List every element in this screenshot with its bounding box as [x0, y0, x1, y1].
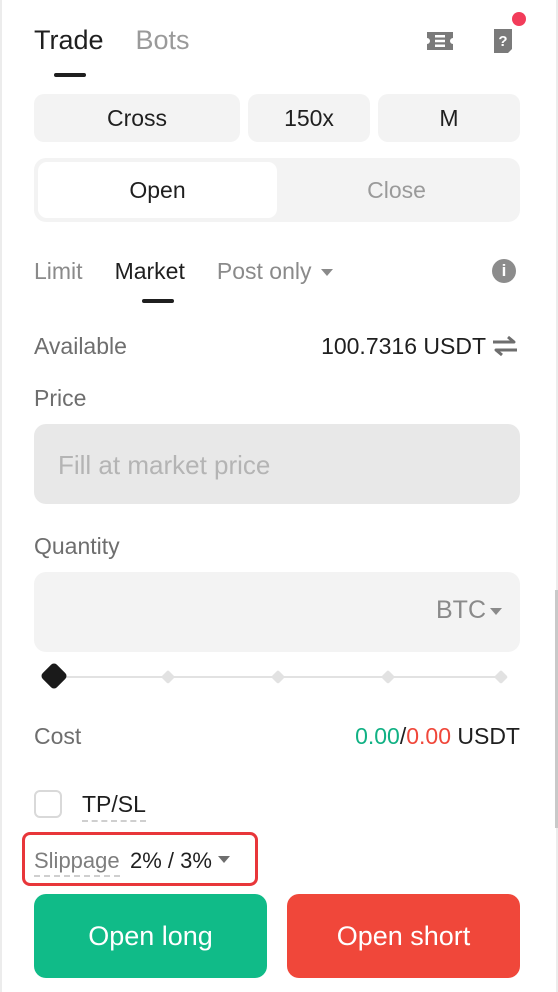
tab-trade[interactable]: Trade [34, 25, 104, 56]
post-only-label: Post only [216, 257, 312, 284]
slider-node-25[interactable] [160, 669, 176, 685]
slippage-value[interactable]: 2% / 3% [130, 848, 212, 874]
transfer-icon[interactable] [490, 334, 520, 358]
quantity-field: BTC [34, 572, 520, 654]
tpsl-label[interactable]: TP/SL [82, 791, 146, 822]
tab-close[interactable]: Close [277, 162, 516, 218]
slippage-label[interactable]: Slippage [34, 848, 120, 877]
open-close-toggle: Open Close [34, 158, 520, 222]
svg-text:?: ? [498, 33, 507, 50]
tab-active-indicator [54, 73, 86, 77]
chevron-down-icon[interactable] [218, 856, 230, 863]
price-label: Price [34, 385, 87, 411]
cost-value: 0.00/0.00 USDT [355, 723, 520, 750]
open-short-button[interactable]: Open short [287, 894, 520, 978]
cost-label: Cost [34, 723, 82, 749]
quantity-unit-selector[interactable]: BTC [436, 596, 486, 625]
help-doc-icon[interactable]: ? [486, 24, 520, 58]
tab-bots[interactable]: Bots [136, 25, 190, 56]
ticket-icon[interactable] [423, 24, 457, 58]
slider-handle[interactable] [39, 661, 69, 691]
slider-node-50[interactable] [270, 669, 286, 685]
panel-left-border [0, 0, 2, 992]
size-mode-button[interactable]: M [378, 94, 520, 142]
info-icon[interactable]: i [492, 259, 516, 283]
margin-mode-button[interactable]: Cross [34, 94, 240, 142]
price-input[interactable] [56, 424, 500, 506]
order-type-post-only[interactable]: Post only [217, 258, 334, 285]
slider-node-100[interactable] [493, 669, 509, 685]
order-type-tabs: Limit Market Post only [34, 254, 365, 288]
leverage-button[interactable]: 150x [248, 94, 370, 142]
quantity-label: Quantity [34, 533, 120, 559]
available-value: 100.7316 USDT [321, 333, 486, 359]
order-type-market[interactable]: Market [115, 258, 185, 285]
order-type-limit[interactable]: Limit [34, 258, 83, 285]
chevron-down-icon [490, 608, 502, 615]
chevron-down-icon [321, 268, 334, 276]
quantity-input[interactable] [56, 572, 400, 654]
tpsl-checkbox[interactable] [34, 790, 62, 818]
slider-node-75[interactable] [380, 669, 396, 685]
cost-short-value: 0.00 [406, 723, 451, 749]
margin-settings-row: Cross 150x M [34, 94, 520, 142]
tab-open[interactable]: Open [38, 162, 277, 218]
cost-long-value: 0.00 [355, 723, 400, 749]
order-type-active-indicator [142, 299, 174, 303]
quantity-slider[interactable] [39, 661, 509, 691]
notification-dot [512, 12, 526, 26]
price-field [34, 424, 520, 506]
top-tabs: Trade Bots [34, 20, 222, 60]
available-label: Available [34, 333, 127, 359]
open-long-button[interactable]: Open long [34, 894, 267, 978]
cost-unit: USDT [457, 723, 520, 749]
